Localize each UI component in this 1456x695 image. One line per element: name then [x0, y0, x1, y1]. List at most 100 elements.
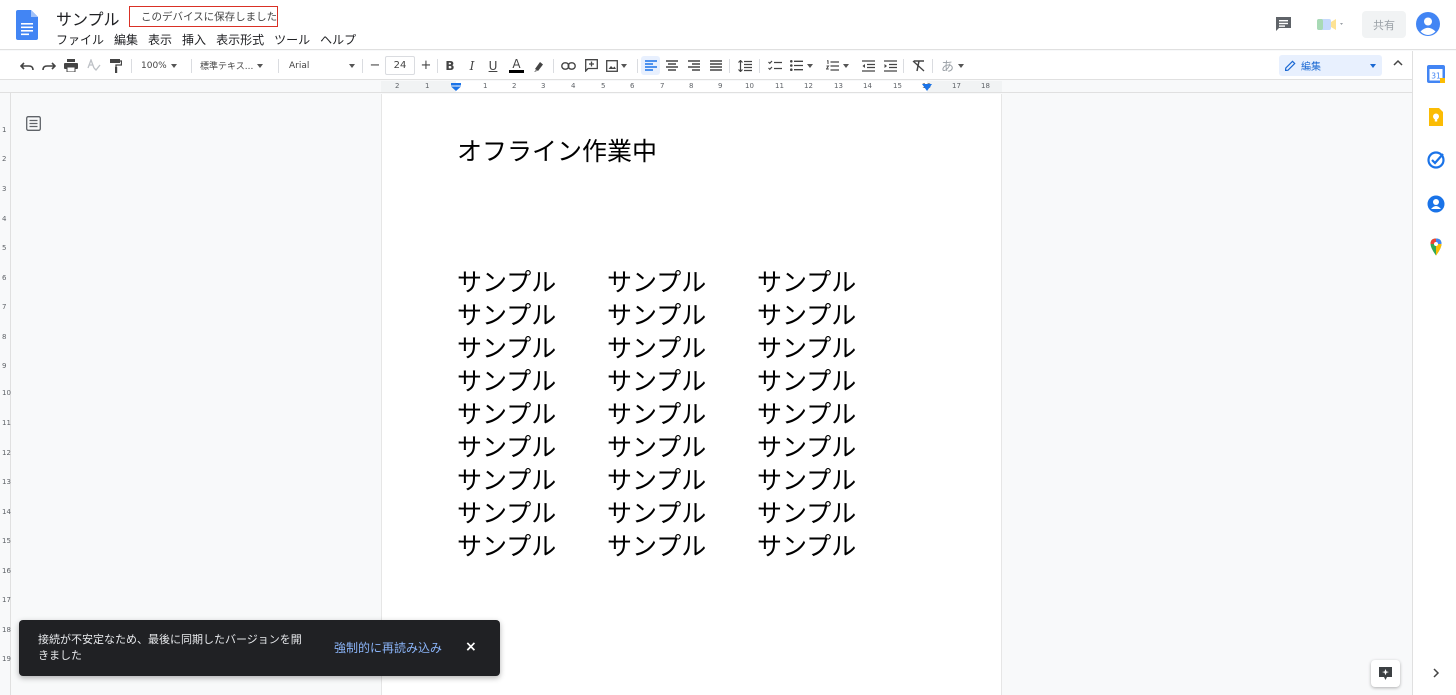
decrease-indent-button[interactable]	[860, 56, 876, 75]
text-cell[interactable]: サンプル	[757, 494, 907, 530]
menu-tools[interactable]: ツール	[269, 31, 315, 48]
zoom-select[interactable]: 100%	[141, 56, 186, 75]
redo-icon	[42, 61, 56, 70]
clear-formatting-button[interactable]	[910, 56, 926, 75]
menu-file[interactable]: ファイル	[56, 31, 109, 48]
ruler-label: 19	[2, 655, 11, 663]
text-cell[interactable]: サンプル	[757, 461, 907, 497]
bulleted-list-button[interactable]	[790, 56, 820, 75]
insert-link-button[interactable]	[560, 56, 577, 75]
vertical-ruler[interactable]: 1 2 3 4 5 6 7 8 9 10 11 12 13 14 15 16 1…	[0, 93, 11, 695]
style-select[interactable]: 標準テキス...	[200, 56, 272, 75]
align-left-button[interactable]	[641, 56, 660, 75]
text-cell[interactable]: サンプル	[607, 329, 757, 365]
share-button[interactable]: 共有	[1362, 11, 1406, 38]
bulleted-list-icon	[790, 60, 803, 71]
side-panel: 31	[1412, 51, 1456, 695]
ruler-label: 8	[2, 333, 7, 341]
increase-indent-button[interactable]	[882, 56, 898, 75]
text-cell[interactable]: サンプル	[457, 263, 607, 299]
menu-insert[interactable]: 挿入	[177, 31, 211, 48]
text-cell[interactable]: サンプル	[607, 494, 757, 530]
doc-title[interactable]: サンプル	[56, 6, 120, 30]
italic-button[interactable]: I	[464, 56, 480, 75]
highlight-button[interactable]	[531, 56, 547, 75]
save-status[interactable]: このデバイスに保存しました	[129, 6, 278, 27]
keep-icon[interactable]	[1427, 108, 1445, 126]
text-cell[interactable]: サンプル	[757, 263, 907, 299]
calendar-icon[interactable]: 31	[1427, 65, 1445, 83]
checklist-button[interactable]	[766, 56, 783, 75]
text-cell[interactable]: サンプル	[757, 296, 907, 332]
document-heading[interactable]: オフライン作業中	[457, 132, 657, 168]
contacts-icon[interactable]	[1427, 195, 1445, 213]
ruler-label: 12	[804, 82, 813, 90]
text-cell[interactable]: サンプル	[457, 527, 607, 563]
text-cell[interactable]: サンプル	[457, 362, 607, 398]
font-size-input[interactable]: 24	[385, 56, 415, 75]
print-button[interactable]	[63, 56, 79, 75]
text-cell[interactable]: サンプル	[757, 428, 907, 464]
text-cell[interactable]: サンプル	[607, 263, 757, 299]
align-justify-button[interactable]	[708, 56, 724, 75]
right-indent-marker-icon[interactable]	[922, 84, 932, 91]
bold-button[interactable]: B	[442, 56, 458, 75]
comment-icon[interactable]	[1275, 16, 1292, 32]
outline-icon[interactable]	[26, 116, 41, 131]
text-cell[interactable]: サンプル	[757, 527, 907, 563]
text-cell[interactable]: サンプル	[607, 395, 757, 431]
document-page[interactable]: オフライン作業中 サンプル サンプル サンプル サンプル サンプル サンプル サ…	[381, 94, 1002, 695]
editing-mode-select[interactable]: 編集	[1279, 55, 1382, 76]
checklist-icon	[767, 60, 782, 70]
ruler-label: 18	[2, 626, 11, 634]
text-cell[interactable]: サンプル	[457, 428, 607, 464]
text-cell[interactable]: サンプル	[457, 395, 607, 431]
tasks-icon[interactable]	[1427, 151, 1445, 169]
font-select[interactable]: Arial	[289, 56, 359, 75]
font-size-increase-button[interactable]: +	[418, 56, 434, 75]
text-cell[interactable]: サンプル	[607, 527, 757, 563]
text-cell[interactable]: サンプル	[757, 329, 907, 365]
redo-button[interactable]	[41, 56, 57, 75]
text-cell[interactable]: サンプル	[757, 362, 907, 398]
text-cell[interactable]: サンプル	[457, 296, 607, 332]
insert-image-button[interactable]	[606, 56, 632, 75]
account-avatar-icon[interactable]	[1416, 12, 1440, 36]
paint-format-button[interactable]	[108, 56, 124, 75]
input-tools-button[interactable]: あ	[941, 56, 971, 75]
spellcheck-button[interactable]	[86, 56, 102, 75]
align-right-button[interactable]	[686, 56, 702, 75]
force-reload-button[interactable]: 強制的に再読み込み	[334, 639, 442, 656]
meet-icon[interactable]	[1317, 17, 1347, 32]
text-cell[interactable]: サンプル	[757, 395, 907, 431]
chevron-right-icon[interactable]	[1432, 668, 1440, 678]
font-size-decrease-button[interactable]: −	[367, 56, 383, 75]
numbered-list-button[interactable]	[826, 56, 856, 75]
text-cell[interactable]: サンプル	[457, 494, 607, 530]
text-cell[interactable]: サンプル	[607, 296, 757, 332]
text-color-button[interactable]: A	[508, 56, 525, 75]
docs-logo-icon[interactable]	[16, 10, 38, 40]
text-cell[interactable]: サンプル	[457, 461, 607, 497]
ruler-label: 6	[630, 82, 635, 90]
menu-format[interactable]: 表示形式	[211, 31, 269, 48]
menu-view[interactable]: 表示	[143, 31, 177, 48]
text-cell[interactable]: サンプル	[607, 362, 757, 398]
close-icon[interactable]: ×	[465, 639, 477, 655]
insert-comment-button[interactable]	[583, 56, 599, 75]
undo-button[interactable]	[19, 56, 35, 75]
left-indent-marker-icon[interactable]	[451, 83, 461, 91]
menu-edit[interactable]: 編集	[109, 31, 143, 48]
align-center-button[interactable]	[664, 56, 680, 75]
explore-button[interactable]	[1371, 660, 1400, 687]
horizontal-ruler[interactable]: 2 1 1 2 3 4 5 6 7 8 9 10 11 12 13 14 15 …	[0, 81, 1412, 93]
ruler-label: 4	[2, 215, 7, 223]
line-spacing-button[interactable]	[736, 56, 753, 75]
chevron-up-icon[interactable]	[1393, 59, 1403, 66]
maps-icon[interactable]	[1427, 238, 1445, 256]
text-cell[interactable]: サンプル	[607, 428, 757, 464]
underline-button[interactable]: U	[485, 56, 501, 75]
text-cell[interactable]: サンプル	[457, 329, 607, 365]
text-cell[interactable]: サンプル	[607, 461, 757, 497]
menu-help[interactable]: ヘルプ	[315, 31, 361, 48]
